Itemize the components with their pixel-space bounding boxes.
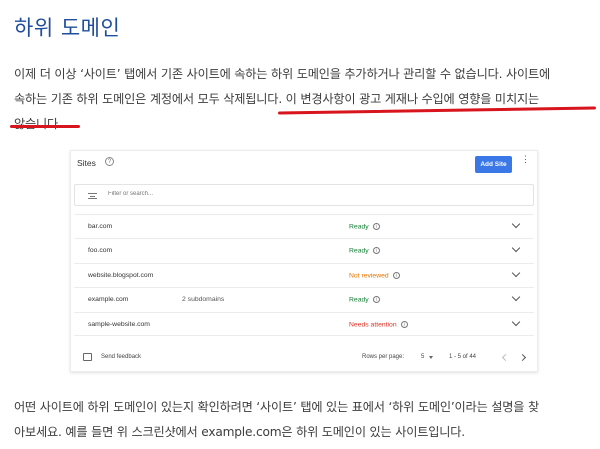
table-row[interactable]: foo.com Ready i [74,238,534,262]
highlighted-note: 이 변경사항이 광고 게재나 수입에 영향을 미치지는 [282,92,540,106]
table-row[interactable]: example.com 2 subdomains Ready i [74,287,534,311]
chevron-down-icon[interactable] [511,268,521,278]
status-text: Ready [349,223,369,231]
sites-screenshot: Sites ? Add Site ⋮ bar.comReadyifoo.comR… [70,150,538,372]
help-icon[interactable]: ? [105,157,114,166]
table-row[interactable]: sample-website.com Needs attention i [74,311,534,336]
site-domain: website.blogspot.com [88,271,154,279]
info-icon[interactable]: i [372,296,380,304]
rows-per-page-select[interactable]: 5 [421,354,424,360]
chevron-down-icon[interactable] [511,292,521,302]
highlighted-note-end: 않습니다. [14,117,62,131]
more-vert-icon[interactable]: ⋮ [521,155,530,164]
caret-down-icon[interactable] [429,356,433,359]
site-domain: foo.com [88,247,113,255]
table-row[interactable]: bar.com Ready i [74,214,534,238]
sites-table: bar.com Ready i foo.com Ready i website.blogsp… [74,214,534,336]
intro-paragraph: 이제 더 이상 ‘사이트’ 탭에서 기존 사이트에 속하는 하위 도메인을 추가… [14,62,592,137]
send-feedback-link[interactable]: Send feedback [101,354,141,360]
add-site-button[interactable]: Add Site [475,156,512,173]
intro-line-2-text: 속하는 기존 하위 도메인은 계정에서 모두 삭제됩니다. [14,92,282,106]
table-footer: Send feedback Rows per page: 5 1 - 5 of … [71,347,539,371]
info-icon[interactable]: i [372,247,380,255]
info-icon[interactable]: i [372,223,380,230]
filter-search-input[interactable] [108,191,308,197]
chevron-right-icon[interactable] [518,353,527,362]
status-text: Ready [349,247,369,255]
status-badge: Needs attention i [349,320,408,328]
chevron-down-icon[interactable] [511,219,521,229]
filter-bar[interactable] [74,184,534,206]
status-badge: Not reviewed i [349,271,400,280]
site-domain: example.com [88,296,129,304]
status-text: Not reviewed [349,272,389,280]
subdomain-count: 2 subdomains [182,296,225,304]
site-domain: bar.com [88,223,113,230]
chevron-left-icon[interactable] [501,353,510,362]
explanation-line-2: 아보세요. 예를 들면 위 스크린샷에서 example.com은 하위 도메인… [14,425,465,439]
intro-line-1: 이제 더 이상 ‘사이트’ 탭에서 기존 사이트에 속하는 하위 도메인을 추가… [14,67,550,81]
intro-line-3: 않습니다. [14,112,592,137]
page-heading: 하위 도메인 [14,16,121,40]
feedback-icon[interactable] [83,353,92,361]
explanation-line-1: 어떤 사이트에 하위 도메인이 있는지 확인하려면 ‘사이트’ 탭에 있는 표에… [14,400,539,414]
info-icon[interactable]: i [392,271,400,279]
status-badge: Ready i [349,247,380,255]
red-underline-mark-2 [10,125,80,128]
chevron-down-icon[interactable] [511,244,521,253]
site-domain: sample-website.com [88,320,150,328]
explanation-paragraph: 어떤 사이트에 하위 도메인이 있는지 확인하려면 ‘사이트’ 탭에 있는 표에… [14,395,592,445]
status-text: Needs attention [349,320,397,328]
table-row[interactable]: website.blogspot.com Not reviewed i [74,262,534,287]
status-badge: Ready i [349,223,380,230]
status-text: Ready [349,296,369,304]
chevron-down-icon[interactable] [511,317,521,326]
sites-title: Sites [77,158,96,168]
rows-per-page-label: Rows per page: [362,354,405,360]
filter-icon [88,193,97,199]
status-badge: Ready i [349,296,380,303]
info-icon[interactable]: i [400,320,408,328]
pagination-range: 1 - 5 of 44 [449,354,477,360]
